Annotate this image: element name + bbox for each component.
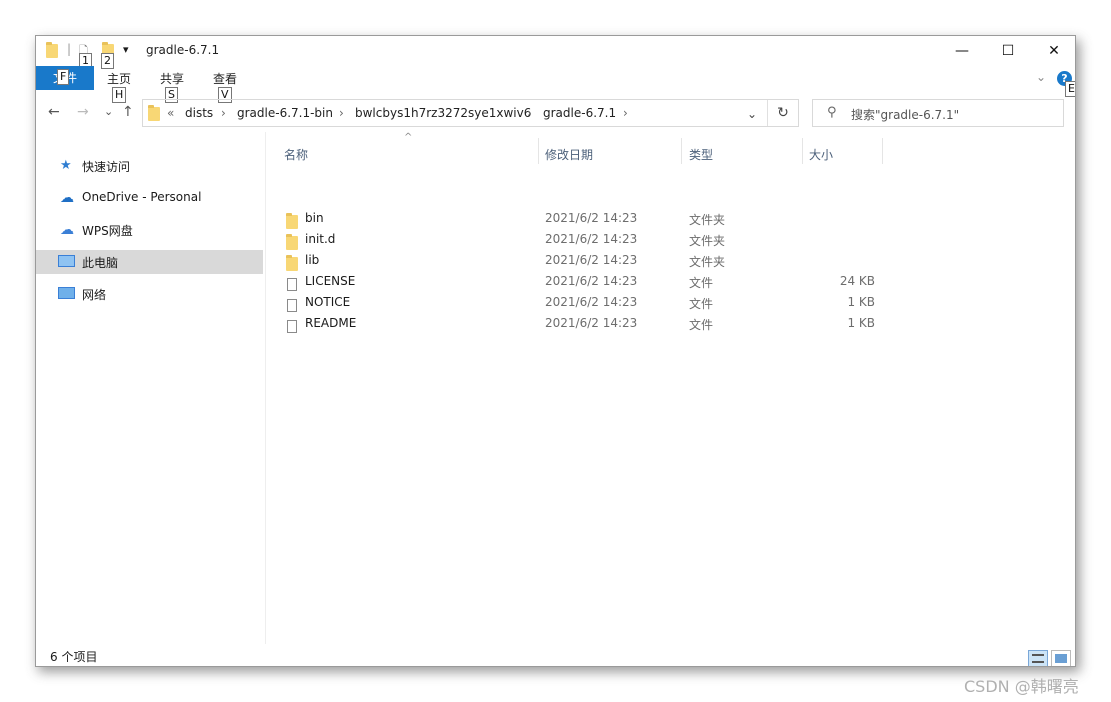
keytip-help: E — [1065, 81, 1075, 97]
close-button[interactable]: ✕ — [1031, 36, 1075, 66]
ribbon-tabs: 文件 F 主页 H 共享 S 查看 V ⌄ ? E — [36, 66, 1075, 103]
breadcrumb-gradle[interactable]: gradle-6.7.1 — [543, 106, 616, 120]
keytip-file: F — [57, 69, 70, 85]
file-size: 1 KB — [847, 295, 875, 309]
sidebar-item-this-pc[interactable]: 此电脑 — [36, 250, 263, 274]
watermark: CSDN @韩曙亮 — [964, 677, 1079, 696]
refresh-icon: ↻ — [777, 105, 789, 121]
breadcrumb-overflow[interactable]: « — [167, 106, 174, 120]
back-button[interactable]: ← — [48, 104, 60, 120]
column-header-type[interactable]: 类型 — [689, 146, 713, 163]
large-icons-view-button[interactable] — [1051, 650, 1071, 666]
forward-button[interactable]: → — [77, 104, 89, 120]
item-count: 6 个项目 — [50, 650, 98, 664]
window-title: gradle-6.7.1 — [146, 43, 220, 57]
chevron-right-icon[interactable]: › — [221, 106, 226, 120]
details-view-icon — [1032, 654, 1044, 663]
folder-icon — [46, 42, 58, 61]
file-row[interactable]: NOTICE 2021/6/2 14:23 文件 1 KB — [266, 292, 1075, 313]
tab-home[interactable]: 主页 — [107, 70, 131, 87]
up-button[interactable]: ↑ — [122, 104, 134, 120]
file-date: 2021/6/2 14:23 — [545, 295, 638, 309]
file-date: 2021/6/2 14:23 — [545, 253, 638, 267]
file-type: 文件夹 — [689, 234, 726, 248]
column-header-name[interactable]: 名称 — [284, 146, 308, 163]
file-type: 文件夹 — [689, 255, 726, 269]
file-date: 2021/6/2 14:23 — [545, 316, 638, 330]
file-date: 2021/6/2 14:23 — [545, 274, 638, 288]
breadcrumb-dists[interactable]: dists — [185, 106, 213, 120]
recent-locations-button[interactable]: ⌄ — [104, 105, 113, 118]
file-date: 2021/6/2 14:23 — [545, 211, 638, 225]
maximize-button[interactable]: ☐ — [985, 36, 1031, 66]
cloud-icon: ☁ — [60, 190, 74, 206]
sidebar-item-label: OneDrive - Personal — [82, 190, 202, 204]
file-type: 文件 — [689, 297, 714, 311]
file-size: 1 KB — [847, 316, 875, 330]
sidebar-item-wps[interactable]: ☁ WPS网盘 — [36, 218, 263, 242]
file-list: ^ 名称 修改日期 类型 大小 bin 2021/6/2 14:23 文件夹 i… — [266, 132, 1075, 644]
sidebar-item-label: 快速访问 — [82, 160, 131, 174]
column-header-size[interactable]: 大小 — [809, 146, 833, 163]
title-bar: | 🗋 1 2 ▾ gradle-6.7.1 — ☐ ✕ — [36, 36, 1075, 69]
network-icon — [58, 287, 75, 303]
address-history-dropdown-icon[interactable]: ⌄ — [747, 107, 757, 121]
sidebar-item-label: WPS网盘 — [82, 224, 133, 238]
sort-ascending-icon: ^ — [404, 132, 413, 143]
file-row[interactable]: LICENSE 2021/6/2 14:23 文件 24 KB — [266, 271, 1075, 292]
file-type: 文件 — [689, 318, 714, 332]
file-size: 24 KB — [839, 274, 875, 288]
wps-cloud-icon: ☁ — [60, 222, 74, 238]
refresh-button[interactable]: ↻ — [768, 99, 799, 127]
address-bar[interactable]: « dists › gradle-6.7.1-bin › bwlcbys1h7r… — [142, 99, 768, 127]
search-icon: ⚲ — [827, 105, 837, 120]
file-row[interactable]: bin 2021/6/2 14:23 文件夹 — [266, 208, 1075, 229]
chevron-right-icon[interactable]: › — [339, 106, 344, 120]
file-row[interactable]: lib 2021/6/2 14:23 文件夹 — [266, 250, 1075, 271]
expand-ribbon-icon[interactable]: ⌄ — [1036, 70, 1046, 84]
search-box[interactable]: ⚲ 搜索"gradle-6.7.1" — [812, 99, 1064, 127]
minimize-button[interactable]: — — [939, 36, 985, 66]
customize-quick-access-icon[interactable]: ▾ — [123, 43, 129, 56]
file-name: lib — [305, 253, 320, 267]
column-divider[interactable] — [802, 138, 803, 164]
sidebar-item-label: 此电脑 — [82, 256, 119, 270]
file-name: NOTICE — [305, 295, 351, 309]
column-divider[interactable] — [538, 138, 539, 164]
file-type: 文件夹 — [689, 213, 726, 227]
sidebar-item-network[interactable]: 网络 — [36, 282, 263, 306]
tab-share[interactable]: 共享 — [160, 70, 184, 87]
divider: | — [67, 42, 72, 56]
sidebar-item-onedrive[interactable]: ☁ OneDrive - Personal — [36, 186, 263, 210]
chevron-right-icon[interactable]: › — [623, 106, 628, 120]
chevron-right-icon[interactable]: › — [527, 106, 532, 120]
computer-icon — [58, 255, 75, 271]
file-date: 2021/6/2 14:23 — [545, 232, 638, 246]
status-bar: 6 个项目 — [36, 644, 1075, 666]
explorer-window: | 🗋 1 2 ▾ gradle-6.7.1 — ☐ ✕ 文件 F 主页 H 共… — [35, 35, 1076, 667]
navigation-bar: ← → ⌄ ↑ « dists › gradle-6.7.1-bin › bwl… — [36, 96, 1075, 132]
file-name: bin — [305, 211, 324, 225]
file-name: README — [305, 316, 357, 330]
search-placeholder: 搜索"gradle-6.7.1" — [851, 108, 960, 122]
column-divider[interactable] — [882, 138, 883, 164]
sidebar-item-quick-access[interactable]: ★ 快速访问 — [36, 154, 263, 178]
sidebar-item-label: 网络 — [82, 288, 107, 302]
star-icon: ★ — [60, 158, 72, 173]
file-name: LICENSE — [305, 274, 356, 288]
file-name: init.d — [305, 232, 336, 246]
tab-view[interactable]: 查看 — [213, 70, 237, 87]
file-row[interactable]: README 2021/6/2 14:23 文件 1 KB — [266, 313, 1075, 334]
details-view-button[interactable] — [1028, 650, 1048, 666]
file-type: 文件 — [689, 276, 714, 290]
file-row[interactable]: init.d 2021/6/2 14:23 文件夹 — [266, 229, 1075, 250]
column-header-date[interactable]: 修改日期 — [545, 146, 593, 163]
breadcrumb-gradle-bin[interactable]: gradle-6.7.1-bin — [237, 106, 333, 120]
column-divider[interactable] — [681, 138, 682, 164]
folder-icon — [148, 105, 160, 124]
breadcrumb-hash[interactable]: bwlcbys1h7rz3272sye1xwiv6 — [355, 106, 531, 120]
large-icons-view-icon — [1055, 654, 1067, 663]
navigation-pane: ★ 快速访问 ☁ OneDrive - Personal ☁ WPS网盘 此电脑… — [36, 132, 266, 644]
